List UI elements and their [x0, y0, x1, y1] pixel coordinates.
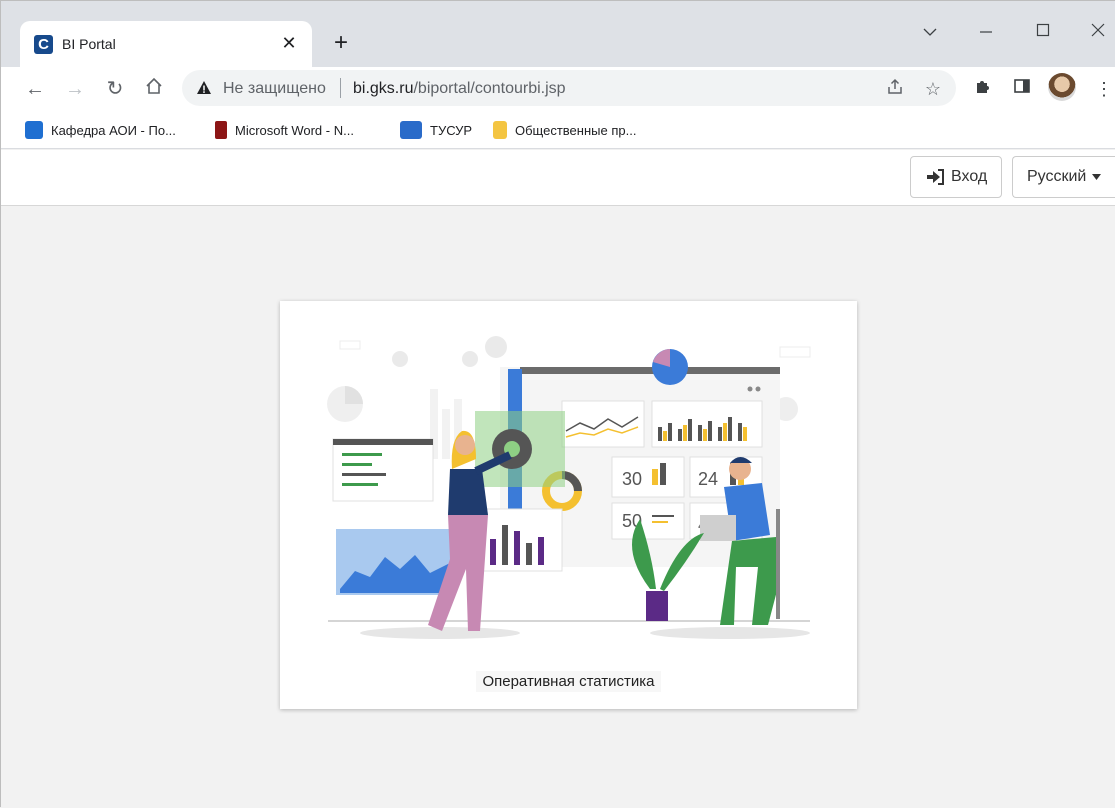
- bookmark-label: ТУСУР: [430, 122, 473, 138]
- bookmarks-bar: Кафедра АОИ - По... Microsoft Word - N..…: [1, 111, 1115, 149]
- omnibox-separator: [340, 78, 341, 98]
- back-icon[interactable]: ←: [21, 75, 49, 103]
- card-caption[interactable]: Оперативная статистика: [280, 671, 857, 692]
- login-label: Вход: [951, 168, 988, 185]
- bookmark-item-obschestvennye[interactable]: Общественные пр...: [493, 120, 636, 140]
- metric-value: 24: [698, 469, 718, 489]
- tab-bi-portal[interactable]: C BI Portal ✕: [20, 21, 312, 67]
- close-tab-icon[interactable]: ✕: [278, 32, 300, 54]
- bookmark-item-tusur[interactable]: ТУСУР: [400, 120, 472, 140]
- trello-icon: [25, 121, 43, 139]
- card-caption-text: Оперативная статистика: [476, 671, 661, 692]
- tab-title: BI Portal: [62, 36, 116, 52]
- menu-kebab-icon[interactable]: ⋮: [1092, 77, 1115, 101]
- tusur-icon: [400, 121, 422, 139]
- caret-down-icon: [1092, 174, 1102, 180]
- browser-toolbar: ← → ↻ Не защищено bi.gks.ru/biportal/con…: [1, 67, 1115, 111]
- bookmark-item-word[interactable]: Microsoft Word - N...: [215, 120, 354, 140]
- bookmark-star-icon[interactable]: ☆: [922, 78, 944, 100]
- sign-in-icon: [927, 169, 944, 185]
- language-dropdown[interactable]: Русский: [1012, 156, 1115, 198]
- security-label[interactable]: Не защищено: [223, 80, 326, 98]
- minimize-icon[interactable]: [972, 19, 1000, 47]
- reload-icon[interactable]: ↻: [101, 75, 129, 103]
- stanford-icon: [215, 121, 227, 139]
- url-text[interactable]: bi.gks.ru/biportal/contourbi.jsp: [353, 80, 566, 98]
- tab-search-icon[interactable]: [916, 19, 944, 47]
- url-path: /biportal/contourbi.jsp: [413, 80, 566, 97]
- bookmark-item-kafedra[interactable]: Кафедра АОИ - По...: [25, 120, 176, 140]
- metric-value: 30: [622, 469, 642, 489]
- url-host: bi.gks.ru: [353, 80, 414, 97]
- browser-window: C BI Portal ✕ + ← → ↻ Не защищено bi.gks…: [0, 0, 1115, 808]
- bookmark-label: Кафедра АОИ - По...: [51, 122, 176, 138]
- login-button[interactable]: Вход: [910, 156, 1003, 198]
- favicon-icon: C: [34, 35, 53, 54]
- operational-statistics-card[interactable]: 30 24 50 42: [280, 301, 857, 709]
- maximize-icon[interactable]: [1029, 19, 1057, 47]
- warning-icon[interactable]: [196, 80, 212, 96]
- home-icon[interactable]: [140, 75, 168, 103]
- side-panel-icon[interactable]: [1010, 77, 1034, 101]
- bookmark-label: Microsoft Word - N...: [235, 122, 354, 138]
- folder-icon: [493, 121, 507, 139]
- analytics-illustration: 30 24 50 42: [327, 336, 811, 639]
- forward-icon[interactable]: →: [61, 75, 89, 103]
- bookmark-label: Общественные пр...: [515, 122, 637, 138]
- new-tab-button[interactable]: +: [329, 31, 353, 55]
- extensions-icon[interactable]: [971, 77, 995, 101]
- close-window-icon[interactable]: [1084, 19, 1112, 47]
- tab-strip: C BI Portal ✕ +: [1, 1, 1115, 67]
- language-label: Русский: [1027, 168, 1087, 185]
- site-navbar: Вход Русский: [1, 150, 1115, 206]
- page-content: Вход Русский 30 24 50 Оперативная статис…: [1, 150, 1115, 808]
- address-bar[interactable]: Не защищено bi.gks.ru/biportal/contourbi…: [182, 70, 956, 106]
- profile-avatar[interactable]: [1048, 73, 1076, 101]
- share-icon[interactable]: [884, 78, 906, 100]
